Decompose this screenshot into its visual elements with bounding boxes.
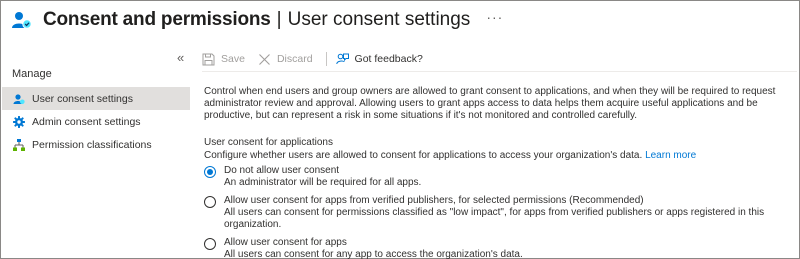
discard-button[interactable]: Discard [258, 53, 313, 66]
save-button[interactable]: Save [202, 53, 245, 66]
section-title: User consent for applications [204, 137, 333, 148]
page-title: Consent and permissions [43, 9, 271, 30]
section-description-row: Configure whether users are allowed to c… [204, 150, 796, 162]
feedback-button[interactable]: Got feedback? [335, 53, 423, 66]
sidebar-item-user-consent-settings[interactable]: User consent settings [2, 87, 190, 110]
command-bar: Save Discard Got feedback? [202, 49, 436, 69]
feedback-label: Got feedback? [354, 53, 423, 65]
toolbar-divider-line [202, 71, 797, 72]
title-separator: | [276, 9, 282, 30]
learn-more-link[interactable]: Learn more [645, 150, 696, 161]
sidebar-item-label: User consent settings [32, 92, 133, 105]
gear-icon [13, 115, 25, 128]
radio-button-selected[interactable] [204, 166, 216, 178]
sidebar-section-label: Manage [12, 68, 52, 80]
more-options-icon[interactable]: ··· [486, 9, 503, 25]
sidebar-item-permission-classifications[interactable]: Permission classifications [2, 133, 190, 156]
consent-option-verified-publishers[interactable]: Allow user consent for apps from verifie… [204, 195, 796, 231]
section-description: Configure whether users are allowed to c… [204, 150, 643, 161]
user-icon [13, 93, 25, 105]
sidebar-nav: User consent settings Admin consent sett… [2, 87, 190, 156]
discard-label: Discard [276, 53, 313, 65]
save-icon [202, 53, 215, 66]
consent-option-do-not-allow[interactable]: Do not allow user consent An administrat… [204, 165, 796, 189]
radio-button[interactable] [204, 196, 216, 208]
collapse-sidebar-icon[interactable]: « [177, 50, 184, 65]
sidebar-item-label: Admin consent settings [32, 115, 141, 128]
close-icon [258, 53, 271, 66]
sidebar-item-label: Permission classifications [32, 138, 152, 151]
sidebar-item-admin-consent-settings[interactable]: Admin consent settings [2, 110, 190, 133]
feedback-icon [335, 53, 349, 66]
toolbar-divider [325, 52, 327, 66]
consent-option-allow-all[interactable]: Allow user consent for apps All users ca… [204, 237, 796, 259]
page-header: Consent and permissions | User consent s… [11, 7, 503, 33]
option-description: An administrator will be required for al… [224, 177, 422, 188]
consent-app-icon [11, 9, 33, 31]
option-title: Do not allow user consent [224, 165, 340, 176]
page-subtitle: User consent settings [287, 9, 471, 30]
save-label: Save [221, 53, 245, 65]
option-description: All users can consent for any app to acc… [224, 249, 523, 259]
radio-button[interactable] [204, 238, 216, 250]
main-content: Control when end users and group owners … [204, 86, 796, 259]
page-description: Control when end users and group owners … [204, 86, 776, 121]
hierarchy-icon [13, 138, 25, 151]
option-description: All users can consent for permissions cl… [224, 207, 765, 230]
option-title: Allow user consent for apps [224, 237, 347, 248]
option-title: Allow user consent for apps from verifie… [224, 195, 644, 206]
window-frame: Consent and permissions | User consent s… [0, 0, 800, 259]
